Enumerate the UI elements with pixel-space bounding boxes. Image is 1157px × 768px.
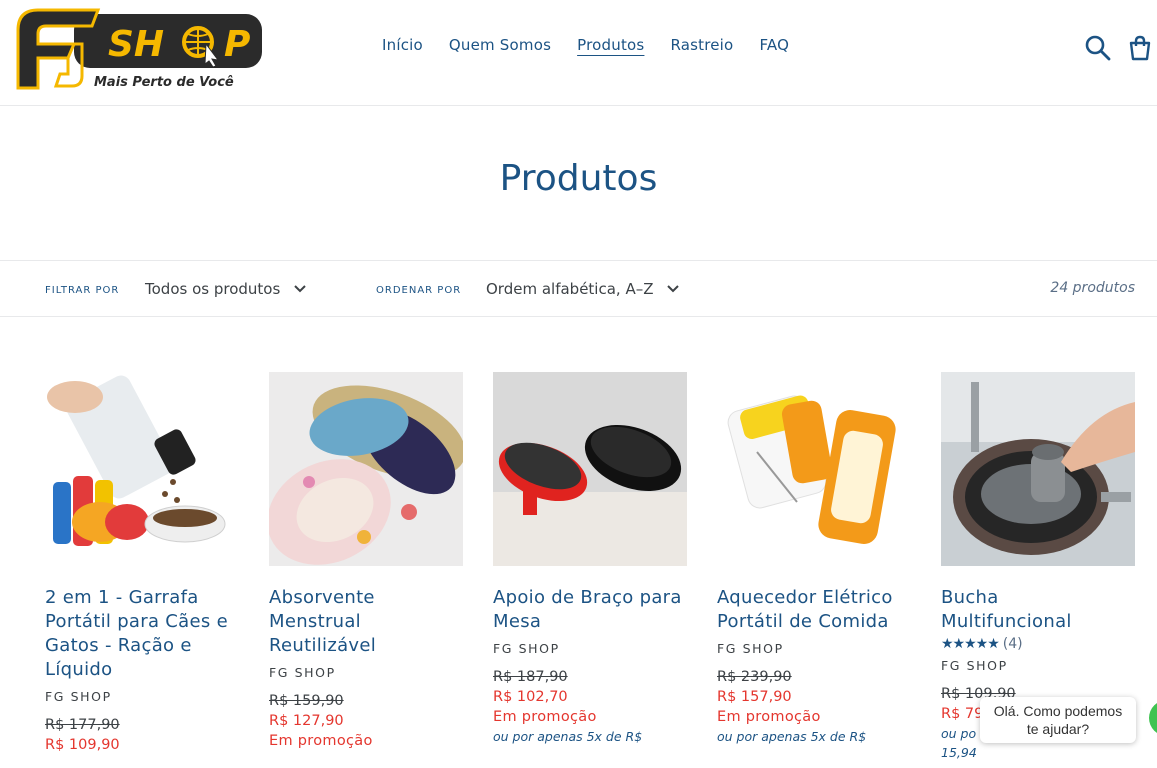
sort-label: ORDENAR POR (376, 285, 462, 296)
product-vendor: FG SHOP (717, 641, 784, 656)
filter-bar: FILTRAR POR Todos os produtos ORDENAR PO… (0, 260, 1157, 317)
product-installment-value: 15,94 (941, 745, 977, 760)
nav-quem-somos[interactable]: Quem Somos (436, 36, 564, 54)
product-card[interactable]: Absorvente Menstrual Reutilizável FG SHO… (267, 372, 466, 749)
product-promo: Em promoção (493, 709, 597, 725)
product-rating[interactable]: ★★★★★ (4) (941, 636, 1135, 652)
product-card[interactable]: 2 em 1 - Garrafa Portátil para Cães e Ga… (45, 372, 239, 753)
product-old-price: R$ 239,90 (717, 669, 792, 685)
chat-bubble[interactable]: Olá. Como podemos te ajudar? (980, 697, 1136, 743)
product-price: R$ 157,90 (717, 689, 792, 705)
product-title[interactable]: Absorvente Menstrual Reutilizável (269, 586, 463, 658)
product-title[interactable]: Apoio de Braço para Mesa (493, 586, 687, 634)
sort-select[interactable]: Ordem alfabética, A–Z (486, 280, 680, 298)
main-nav: Início Quem Somos Produtos Rastreio FAQ (369, 36, 802, 54)
svg-text:Mais Perto de Você: Mais Perto de Você (94, 75, 234, 90)
nav-faq[interactable]: FAQ (746, 36, 802, 54)
product-installments: ou por apenas 5x de R$ (493, 729, 643, 744)
cart-icon[interactable] (1126, 34, 1154, 62)
rating-count: (4) (1002, 636, 1023, 652)
site-header: SH P Mais Perto de Você Início Quem Somo… (0, 0, 1157, 106)
product-image-apoio-braco[interactable] (493, 372, 687, 566)
whatsapp-icon[interactable] (1149, 700, 1157, 736)
product-old-price: R$ 159,90 (269, 693, 344, 709)
chat-line-2: te ajudar? (1026, 721, 1090, 737)
product-image-absorvente[interactable] (267, 372, 466, 566)
product-image-bucha[interactable] (941, 372, 1135, 566)
chat-line-1: Olá. Como podemos (993, 703, 1123, 719)
filter-value: Todos os produtos (145, 280, 281, 298)
star-icon: ★★★★★ (941, 636, 1000, 652)
product-installments: ou por apenas 5x de R$ (717, 729, 867, 744)
nav-produtos[interactable]: Produtos (564, 36, 657, 54)
svg-text:P: P (224, 24, 250, 65)
logo[interactable]: SH P Mais Perto de Você (12, 4, 264, 92)
product-promo: Em promoção (717, 709, 821, 725)
product-price: R$ 127,90 (269, 713, 344, 729)
product-card[interactable]: Apoio de Braço para Mesa FG SHOP R$ 187,… (493, 372, 687, 744)
nav-rastreio[interactable]: Rastreio (657, 36, 746, 54)
chevron-down-icon (667, 285, 680, 293)
product-promo: Em promoção (269, 733, 373, 749)
product-old-price: R$ 177,90 (45, 717, 120, 733)
filter-label: FILTRAR POR (45, 285, 120, 296)
product-title[interactable]: 2 em 1 - Garrafa Portátil para Cães e Ga… (45, 586, 239, 682)
product-vendor: FG SHOP (493, 641, 560, 656)
product-title[interactable]: Bucha Multifuncional (941, 586, 1135, 634)
product-title[interactable]: Aquecedor Elétrico Portátil de Comida (717, 586, 911, 634)
product-price: R$ 102,70 (493, 689, 568, 705)
product-vendor: FG SHOP (45, 689, 112, 704)
chevron-down-icon (294, 285, 306, 293)
product-vendor: FG SHOP (269, 665, 336, 680)
product-image-pet-bottle[interactable] (45, 372, 239, 566)
nav-inicio[interactable]: Início (369, 36, 436, 54)
page-title: Produtos (499, 158, 658, 199)
product-count: 24 produtos (1050, 280, 1135, 296)
sort-value: Ordem alfabética, A–Z (486, 280, 654, 298)
svg-text:SH: SH (108, 24, 164, 65)
product-old-price: R$ 187,90 (493, 669, 568, 685)
product-vendor: FG SHOP (941, 658, 1008, 673)
search-icon[interactable] (1084, 34, 1112, 62)
product-image-aquecedor[interactable] (717, 372, 911, 566)
product-price: R$ 109,90 (45, 737, 120, 753)
filter-select[interactable]: Todos os produtos (145, 280, 306, 298)
product-card[interactable]: Aquecedor Elétrico Portátil de Comida FG… (717, 372, 911, 744)
